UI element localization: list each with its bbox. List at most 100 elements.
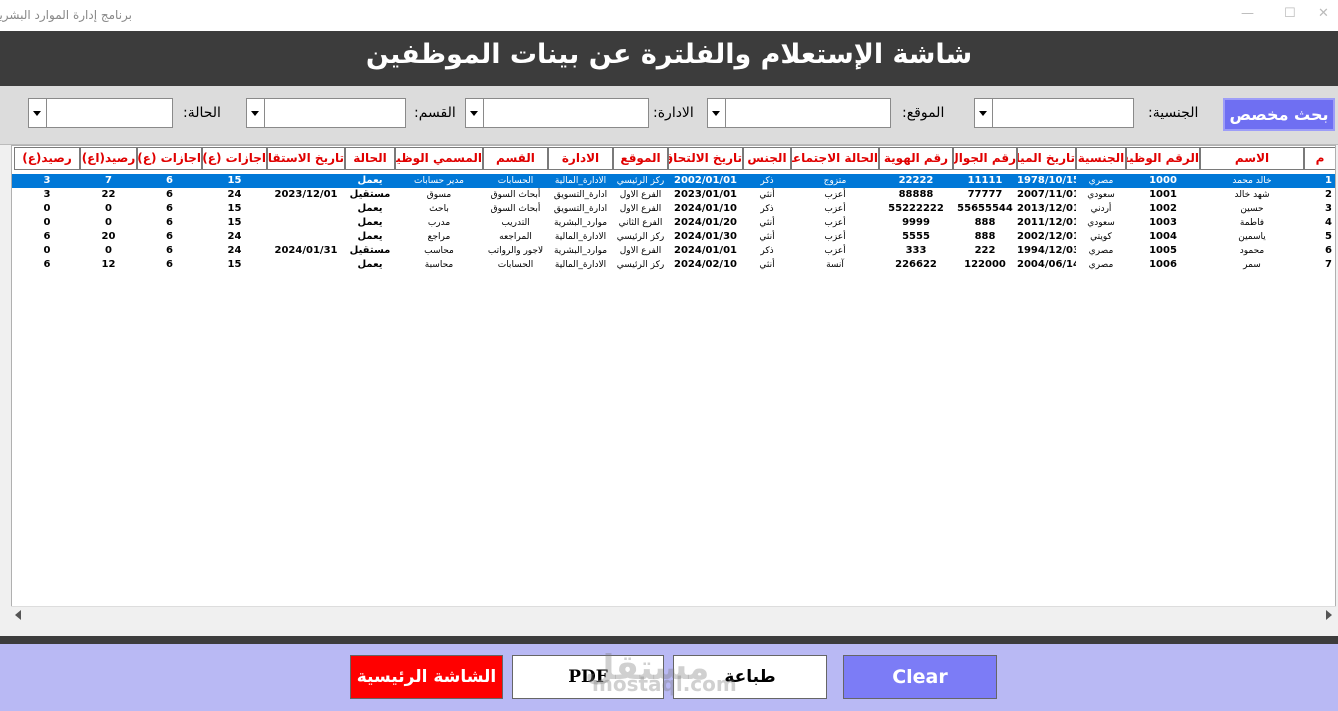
table-cell: 24 [227, 245, 242, 256]
table-cell: حسين [1240, 204, 1264, 214]
table-cell: خالد محمد [1232, 176, 1272, 186]
table-cell: مراجع [427, 232, 451, 242]
table-cell: التدريب [501, 218, 530, 228]
table-row[interactable]: 7 سمر 1006 مصري 2004/06/14 122000 226622 آنسة أن… [12, 258, 1335, 272]
column-header[interactable]: الحالة [345, 147, 395, 170]
chevron-down-icon[interactable] [466, 99, 484, 127]
status-select[interactable] [28, 98, 173, 128]
home-screen-button[interactable]: الشاشة الرئيسية [350, 655, 503, 699]
table-cell: 15 [227, 203, 242, 214]
horizontal-scrollbar[interactable] [11, 606, 1336, 623]
table-cell: مدير حسابات [414, 176, 464, 186]
table-row[interactable]: 4 فاطمة 1003 سعودي 2011/12/01 888 9999 أعزب أنثي… [12, 216, 1335, 230]
table-cell: 333 [905, 245, 927, 256]
table-cell: أنثي [759, 190, 775, 200]
clear-button[interactable]: Clear [843, 655, 997, 699]
table-cell: 24 [227, 189, 242, 200]
chevron-down-icon[interactable] [247, 99, 265, 127]
table-cell: الادارة_المالية [554, 176, 607, 186]
status-label: الحالة: [183, 105, 221, 121]
table-row[interactable]: 6 محمود 1005 مصري 1994/12/03 222 333 أعزب ذكر 202… [12, 244, 1335, 258]
table-cell: 24 [227, 231, 242, 242]
maximize-icon[interactable]: ☐ [1284, 6, 1296, 21]
table-cell: الفرع الاول [619, 190, 662, 200]
column-header[interactable]: الحالة الاجتماعية [791, 147, 879, 170]
table-cell: 1005 [1149, 245, 1177, 256]
table-cell: أبحاث السوق [490, 204, 541, 214]
administration-select[interactable] [465, 98, 649, 128]
table-cell: 2024/01/31 [274, 245, 338, 256]
table-cell: ذكر [760, 246, 774, 256]
table-cell: 2024/01/30 [674, 231, 737, 242]
table-cell: 2002/12/01 [1017, 231, 1076, 242]
column-header[interactable]: الادارة [548, 147, 613, 170]
table-cell: يعمل [357, 175, 383, 186]
close-icon[interactable]: ✕ [1318, 6, 1329, 21]
column-header[interactable]: رصيد(اع) [80, 147, 137, 170]
table-cell: 7 [1325, 259, 1332, 270]
table-cell: 12 [101, 259, 116, 270]
table-cell: 2007/11/01 [1017, 189, 1076, 200]
custom-search-button[interactable]: بحث مخصص [1223, 98, 1335, 131]
table-cell: 1 [1325, 175, 1332, 186]
column-header[interactable]: اجازات (ع) [137, 147, 202, 170]
table-cell: 6 [166, 175, 173, 186]
table-cell: 6 [166, 245, 173, 256]
column-header[interactable]: تاريخ الاستقالة [267, 147, 345, 170]
table-cell: 55222222 [888, 203, 944, 214]
column-header[interactable]: الرقم الوظيفي [1126, 147, 1200, 170]
column-header[interactable]: م [1304, 147, 1335, 170]
column-header[interactable]: تاريخ الميلاد [1017, 147, 1076, 170]
column-header[interactable]: الموقع [613, 147, 668, 170]
table-cell: مستقيل [349, 245, 391, 256]
column-header[interactable]: الجنسية [1076, 147, 1126, 170]
table-cell: أبحاث السوق [490, 190, 541, 200]
column-header[interactable]: القسم [483, 147, 548, 170]
column-header[interactable]: رقم الجوال [953, 147, 1017, 170]
table-cell: أردني [1090, 204, 1112, 214]
table-cell: 6 [1325, 245, 1332, 256]
department-select[interactable] [246, 98, 406, 128]
table-cell: 3 [1325, 203, 1332, 214]
table-row[interactable]: 2 شهد خالد 1001 سعودي 2007/11/01 77777 88888 أع… [12, 188, 1335, 202]
table-cell: الفرع الاول [619, 204, 662, 214]
table-cell: يعمل [357, 203, 383, 214]
table-cell: محاسبة [424, 260, 454, 270]
table-cell: 15 [227, 259, 242, 270]
location-select[interactable] [707, 98, 891, 128]
scroll-right-icon[interactable] [1326, 610, 1332, 620]
table-cell: 1001 [1149, 189, 1177, 200]
employees-table[interactable]: مالاسمالرقم الوظيفيالجنسيةتاريخ الميلادر… [11, 145, 1336, 623]
table-row[interactable]: 3 حسين 1002 أردني 2013/12/01 55655544 55222222… [12, 202, 1335, 216]
table-cell: موارد_البشرية [553, 246, 608, 256]
table-cell: 22222 [898, 175, 934, 186]
table-cell: 6 [43, 231, 51, 242]
nationality-select[interactable] [974, 98, 1134, 128]
column-header[interactable]: الجنس [743, 147, 791, 170]
chevron-down-icon[interactable] [975, 99, 993, 127]
table-cell: 888 [974, 231, 996, 242]
column-header[interactable]: اجازات (ع) [202, 147, 267, 170]
table-cell: 0 [43, 245, 51, 256]
column-header[interactable]: تاريخ الالتحاق [668, 147, 743, 170]
table-cell: 2024/01/01 [674, 245, 737, 256]
page-header: شاشة الإستعلام والفلترة عن بينات الموظفي… [0, 31, 1338, 86]
column-header[interactable]: الاسم [1200, 147, 1304, 170]
table-cell: 0 [105, 203, 112, 214]
column-header[interactable]: رقم الهوية [879, 147, 953, 170]
table-row[interactable]: 5 ياسمين 1004 كويتي 2002/12/01 888 5555 أعزب أنث… [12, 230, 1335, 244]
chevron-down-icon[interactable] [29, 99, 47, 127]
column-header[interactable]: رصيد(ع) [14, 147, 80, 170]
table-cell: 1006 [1149, 259, 1177, 270]
table-cell: ادارة_التسويق [553, 204, 608, 214]
table-cell: ركز الرئيسي [616, 232, 665, 242]
minimize-icon[interactable]: — [1241, 6, 1254, 21]
table-cell: المراجعه [499, 232, 532, 242]
table-cell: 888 [974, 217, 996, 228]
table-row[interactable]: 1 خالد محمد 1000 مصري 1978/10/15 11111 22222 مت… [12, 174, 1335, 188]
chevron-down-icon[interactable] [708, 99, 726, 127]
table-cell: 77777 [967, 189, 1003, 200]
column-header[interactable]: المسمي الوظيفي [395, 147, 483, 170]
scroll-left-icon[interactable] [15, 610, 21, 620]
table-cell: 222 [974, 245, 996, 256]
